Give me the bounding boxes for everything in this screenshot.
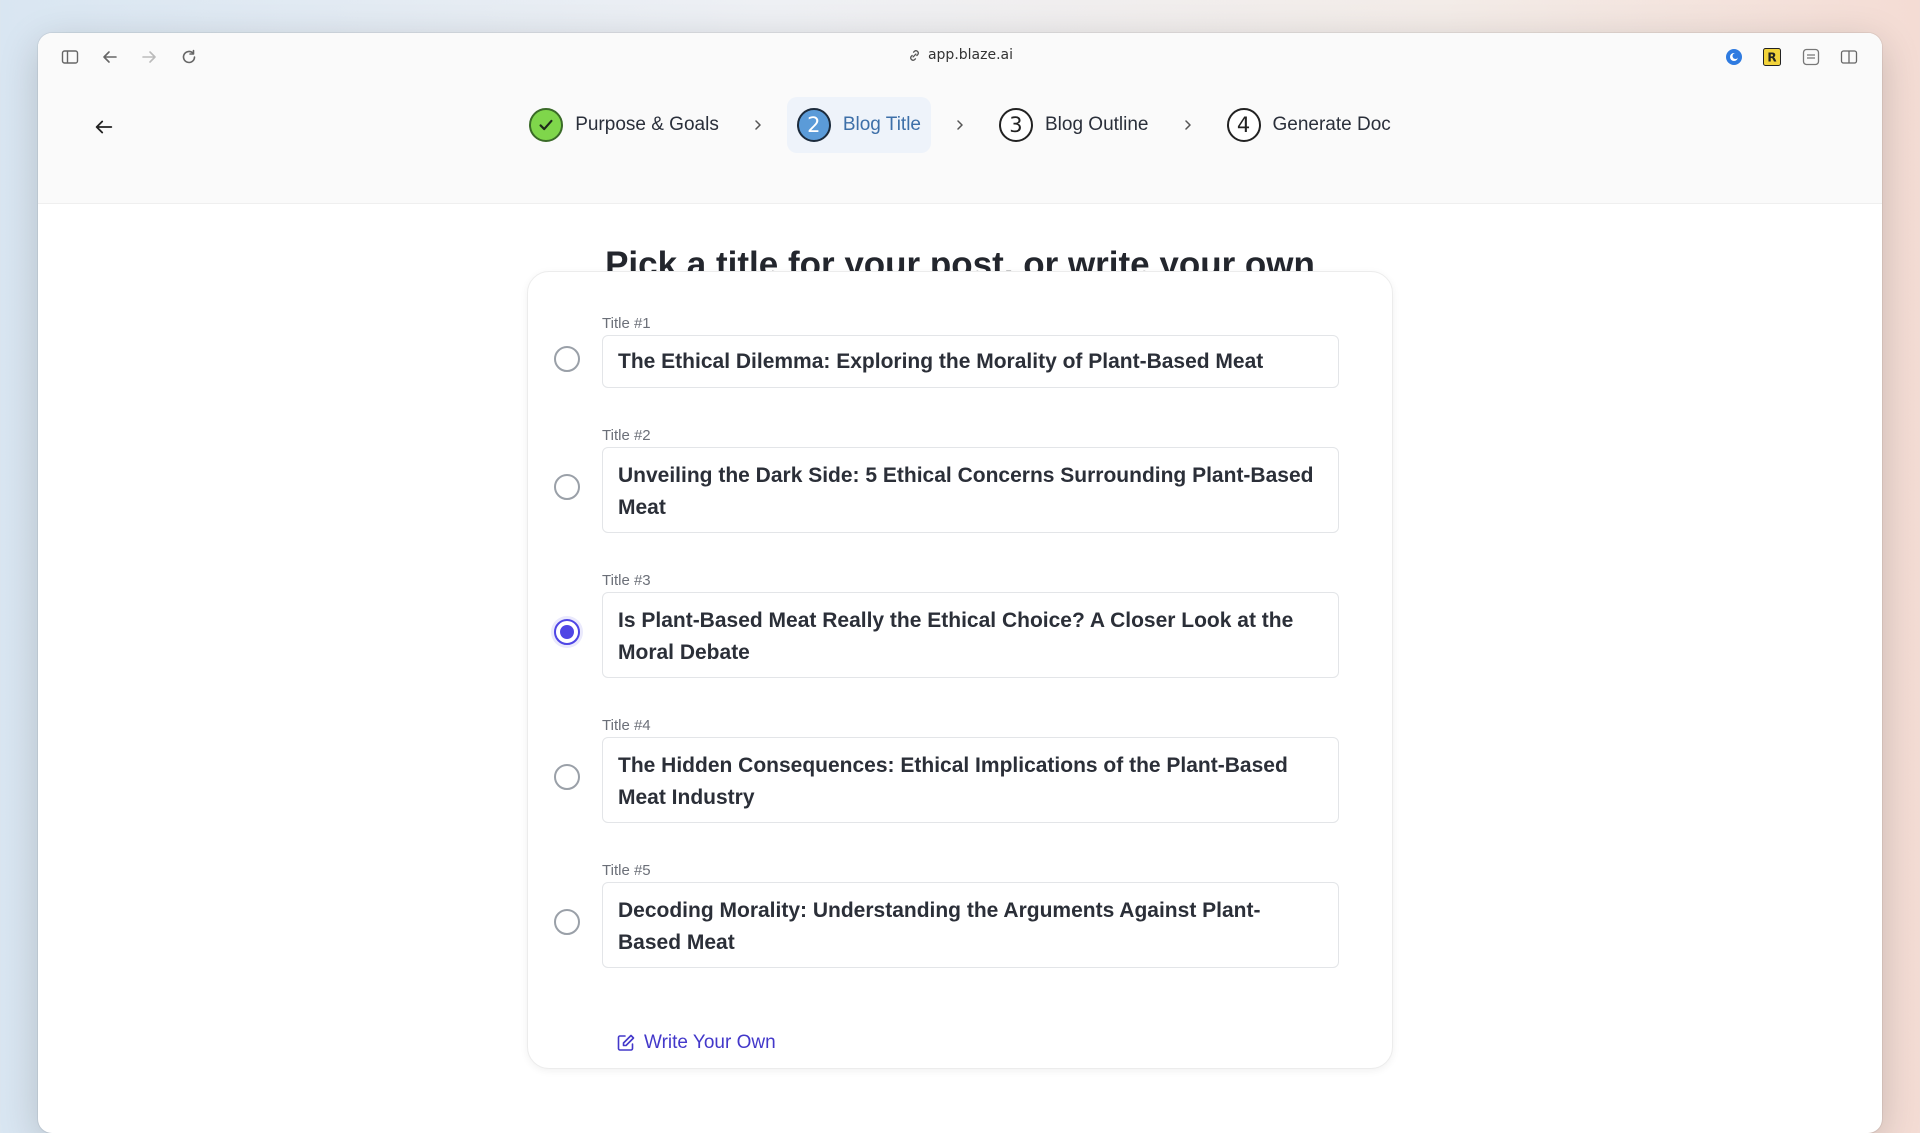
step-number-badge: 4 [1226,108,1261,142]
title-text-field[interactable]: Decoding Morality: Understanding the Arg… [602,882,1339,968]
step-generate-doc[interactable]: 4 Generate Doc [1217,97,1401,153]
title-radio[interactable] [554,474,580,500]
title-radio[interactable] [554,619,580,645]
title-radio[interactable] [554,909,580,935]
progress-stepper: Purpose & Goals 2 Blog Title 3 Blog Outl… [38,97,1882,153]
step-label: Generate Doc [1272,114,1391,135]
title-number-label: Title #4 [602,717,651,734]
title-radio[interactable] [554,346,580,372]
chevron-right-icon [743,119,773,131]
title-text-field[interactable]: Unveiling the Dark Side: 5 Ethical Conce… [602,447,1339,533]
title-text-field[interactable]: The Hidden Consequences: Ethical Implica… [602,737,1339,823]
step-label: Blog Title [842,114,921,135]
title-number-label: Title #5 [602,862,651,879]
step-label: Blog Outline [1044,114,1149,135]
browser-window: app.blaze.ai R Purpose & Goals 2 Blog Ti… [38,33,1882,1133]
svg-text:R: R [1767,51,1776,65]
step-blog-title[interactable]: 2 Blog Title [786,97,931,153]
chevron-right-icon [945,119,975,131]
title-text-field[interactable]: Is Plant-Based Meat Really the Ethical C… [602,592,1339,678]
step-number-badge: 2 [796,108,831,142]
title-text-field[interactable]: The Ethical Dilemma: Exploring the Moral… [602,335,1339,388]
title-number-label: Title #3 [602,572,651,589]
title-options-card: Title #1 The Ethical Dilemma: Exploring … [527,271,1393,1069]
write-your-own-button[interactable]: Write Your Own [616,1032,776,1054]
extension-r-icon[interactable]: R [1763,48,1781,66]
url-text: app.blaze.ai [927,47,1014,63]
check-icon [529,108,564,142]
title-number-label: Title #2 [602,427,651,444]
step-number-badge: 3 [998,108,1033,142]
split-view-icon[interactable] [1840,48,1858,66]
step-purpose-goals[interactable]: Purpose & Goals [519,97,729,153]
chevron-right-icon [1173,119,1203,131]
title-number-label: Title #1 [602,315,651,332]
step-blog-outline[interactable]: 3 Blog Outline [989,97,1159,153]
app-header: app.blaze.ai R Purpose & Goals 2 Blog Ti… [38,33,1882,204]
link-icon [907,47,922,63]
write-your-own-label: Write Your Own [644,1032,776,1053]
edit-icon [617,1034,635,1051]
step-label: Purpose & Goals [575,114,719,135]
extension-globe-icon[interactable] [1725,48,1743,66]
address-bar[interactable]: app.blaze.ai [38,47,1882,63]
reader-mode-icon[interactable] [1802,48,1820,66]
title-radio[interactable] [554,764,580,790]
